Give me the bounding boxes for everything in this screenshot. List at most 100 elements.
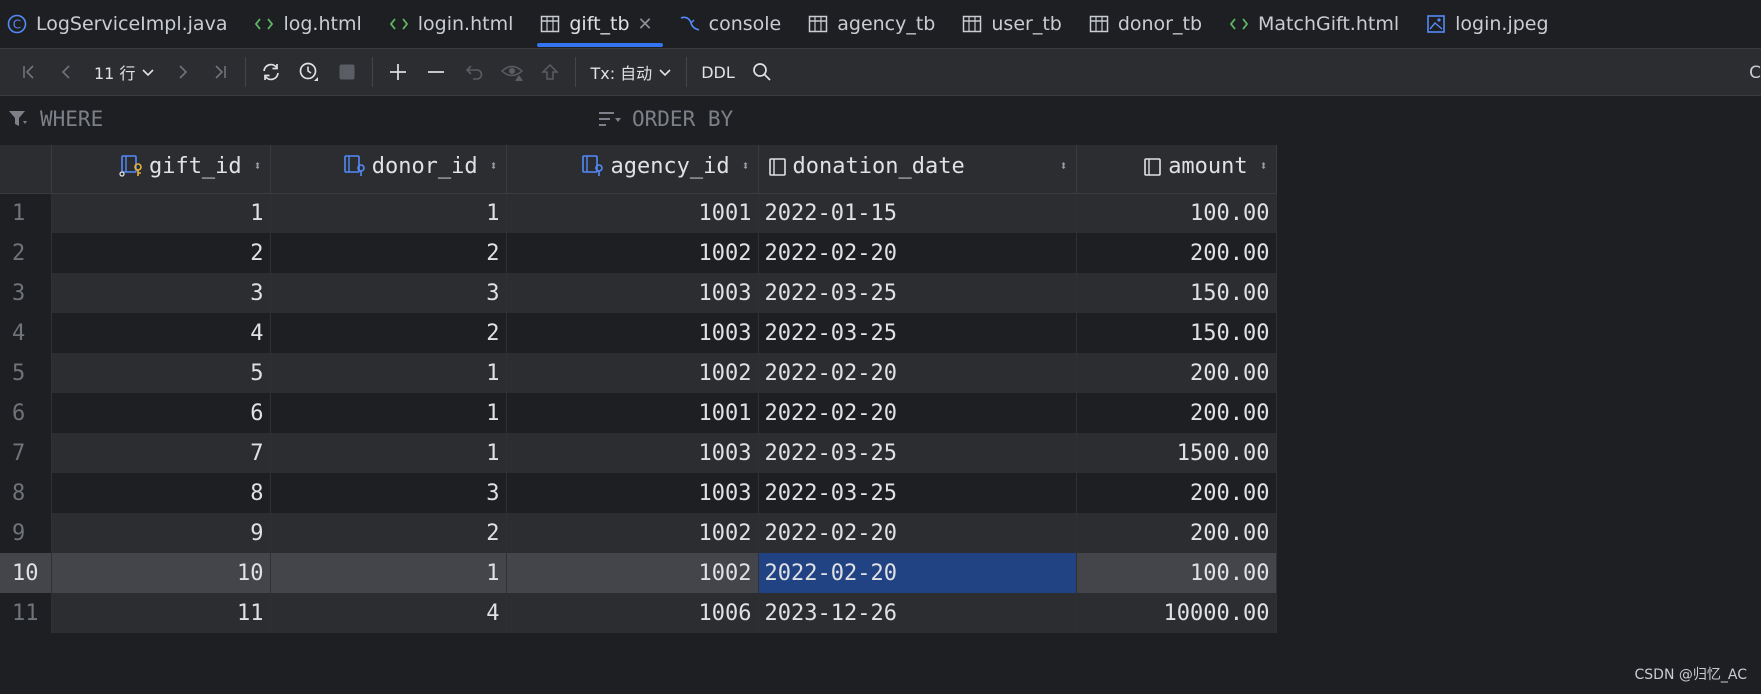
table-row[interactable]: 4 4 2 1003 2022-03-25 150.00 <box>0 313 1277 353</box>
cell-donation-date-selected[interactable]: 2022-02-20 <box>758 553 1077 593</box>
close-icon[interactable]: ✕ <box>638 14 653 35</box>
row-number[interactable]: 2 <box>0 233 52 273</box>
row-number[interactable]: 4 <box>0 313 52 353</box>
cell-amount[interactable]: 200.00 <box>1076 353 1277 393</box>
tab-logserviceimpl[interactable]: C LogServiceImpl.java <box>0 0 247 48</box>
page-size-selector[interactable]: 11 行 <box>86 60 163 84</box>
cell-donor-id[interactable]: 3 <box>270 273 507 313</box>
table-row[interactable]: 5 5 1 1002 2022-02-20 200.00 <box>0 353 1277 393</box>
table-row[interactable]: 6 6 1 1001 2022-02-20 200.00 <box>0 393 1277 433</box>
cell-agency-id[interactable]: 1003 <box>506 273 759 313</box>
table-row[interactable]: 9 9 2 1002 2022-02-20 200.00 <box>0 513 1277 553</box>
cell-donor-id[interactable]: 4 <box>270 593 507 633</box>
cell-donation-date[interactable]: 2022-01-15 <box>758 193 1077 233</box>
row-number[interactable]: 10 <box>0 553 52 593</box>
cell-agency-id[interactable]: 1002 <box>506 233 759 273</box>
cell-donation-date[interactable]: 2022-02-20 <box>758 513 1077 553</box>
cell-donation-date[interactable]: 2022-03-25 <box>758 313 1077 353</box>
cell-donor-id[interactable]: 1 <box>270 553 507 593</box>
cell-amount[interactable]: 200.00 <box>1076 233 1277 273</box>
row-number[interactable]: 1 <box>0 193 52 233</box>
cell-gift-id[interactable]: 5 <box>51 353 271 393</box>
table-row[interactable]: 3 3 3 1003 2022-03-25 150.00 <box>0 273 1277 313</box>
preview-submit-icon[interactable] <box>493 53 531 91</box>
search-icon[interactable] <box>743 53 781 91</box>
cell-gift-id[interactable]: 6 <box>51 393 271 433</box>
order-by-filter[interactable]: ORDER BY <box>598 96 733 142</box>
cell-gift-id[interactable]: 8 <box>51 473 271 513</box>
ddl-button[interactable]: DDL <box>693 63 743 82</box>
cell-gift-id[interactable]: 9 <box>51 513 271 553</box>
cell-donor-id[interactable]: 1 <box>270 433 507 473</box>
row-number-header[interactable] <box>0 145 52 194</box>
row-number[interactable]: 5 <box>0 353 52 393</box>
cell-agency-id[interactable]: 1003 <box>506 473 759 513</box>
last-page-icon[interactable] <box>201 53 239 91</box>
table-row[interactable]: 2 2 2 1002 2022-02-20 200.00 <box>0 233 1277 273</box>
table-row[interactable]: 7 7 1 1003 2022-03-25 1500.00 <box>0 433 1277 473</box>
cell-donor-id[interactable]: 2 <box>270 313 507 353</box>
next-page-icon[interactable] <box>163 53 201 91</box>
cell-amount[interactable]: 200.00 <box>1076 513 1277 553</box>
cell-gift-id[interactable]: 10 <box>51 553 271 593</box>
tab-user-tb[interactable]: user_tb <box>955 0 1081 48</box>
column-header-donor-id[interactable]: donor_id ⬍ <box>270 145 507 194</box>
row-number[interactable]: 11 <box>0 593 52 633</box>
cell-donation-date[interactable]: 2022-02-20 <box>758 353 1077 393</box>
cell-donation-date[interactable]: 2022-02-20 <box>758 233 1077 273</box>
submit-icon[interactable] <box>531 53 569 91</box>
cell-amount[interactable]: 150.00 <box>1076 273 1277 313</box>
stop-icon[interactable] <box>328 53 366 91</box>
cell-agency-id[interactable]: 1002 <box>506 553 759 593</box>
table-row[interactable]: 8 8 3 1003 2022-03-25 200.00 <box>0 473 1277 513</box>
cell-gift-id[interactable]: 3 <box>51 273 271 313</box>
transaction-mode-selector[interactable]: Tx: 自动 <box>582 60 680 84</box>
delete-row-icon[interactable] <box>417 53 455 91</box>
row-number[interactable]: 9 <box>0 513 52 553</box>
first-page-icon[interactable] <box>10 53 48 91</box>
cell-donor-id[interactable]: 3 <box>270 473 507 513</box>
cell-amount[interactable]: 200.00 <box>1076 393 1277 433</box>
sort-toggle-icon[interactable]: ⬍ <box>1060 159 1068 174</box>
cell-agency-id[interactable]: 1002 <box>506 513 759 553</box>
sort-toggle-icon[interactable]: ⬍ <box>742 159 750 174</box>
cell-agency-id[interactable]: 1001 <box>506 393 759 433</box>
cell-donor-id[interactable]: 2 <box>270 513 507 553</box>
column-header-amount[interactable]: amount ⬍ <box>1076 145 1277 194</box>
cell-donation-date[interactable]: 2022-03-25 <box>758 433 1077 473</box>
cell-amount[interactable]: 200.00 <box>1076 473 1277 513</box>
previous-page-icon[interactable] <box>48 53 86 91</box>
cell-donation-date[interactable]: 2022-03-25 <box>758 473 1077 513</box>
cell-amount[interactable]: 100.00 <box>1076 553 1277 593</box>
cell-gift-id[interactable]: 11 <box>51 593 271 633</box>
history-clock-icon[interactable] <box>290 53 328 91</box>
cell-donor-id[interactable]: 1 <box>270 393 507 433</box>
cell-donation-date[interactable]: 2022-02-20 <box>758 393 1077 433</box>
tab-login-html[interactable]: login.html <box>382 0 534 48</box>
tab-log-html[interactable]: log.html <box>247 0 381 48</box>
tab-matchgift-html[interactable]: MatchGift.html <box>1222 0 1419 48</box>
cell-donation-date[interactable]: 2022-03-25 <box>758 273 1077 313</box>
cell-gift-id[interactable]: 1 <box>51 193 271 233</box>
cell-agency-id[interactable]: 1002 <box>506 353 759 393</box>
cell-donor-id[interactable]: 1 <box>270 193 507 233</box>
add-row-icon[interactable] <box>379 53 417 91</box>
column-header-agency-id[interactable]: agency_id ⬍ <box>506 145 759 194</box>
table-row[interactable]: 11 11 4 1006 2023-12-26 10000.00 <box>0 593 1277 633</box>
refresh-icon[interactable] <box>252 53 290 91</box>
cell-amount[interactable]: 150.00 <box>1076 313 1277 353</box>
row-number[interactable]: 7 <box>0 433 52 473</box>
cell-donor-id[interactable]: 2 <box>270 233 507 273</box>
row-number[interactable]: 6 <box>0 393 52 433</box>
revert-icon[interactable] <box>455 53 493 91</box>
cell-donation-date[interactable]: 2023-12-26 <box>758 593 1077 633</box>
tab-gift-tb[interactable]: gift_tb ✕ <box>533 0 672 48</box>
table-row[interactable]: 1 1 1 1001 2022-01-15 100.00 <box>0 193 1277 233</box>
column-header-gift-id[interactable]: gift_id ⬍ <box>51 145 271 194</box>
cell-amount[interactable]: 1500.00 <box>1076 433 1277 473</box>
tab-donor-tb[interactable]: donor_tb <box>1082 0 1222 48</box>
column-header-donation-date[interactable]: donation_date ⬍ <box>758 145 1077 194</box>
row-number[interactable]: 3 <box>0 273 52 313</box>
cell-agency-id[interactable]: 1003 <box>506 433 759 473</box>
cell-amount[interactable]: 100.00 <box>1076 193 1277 233</box>
